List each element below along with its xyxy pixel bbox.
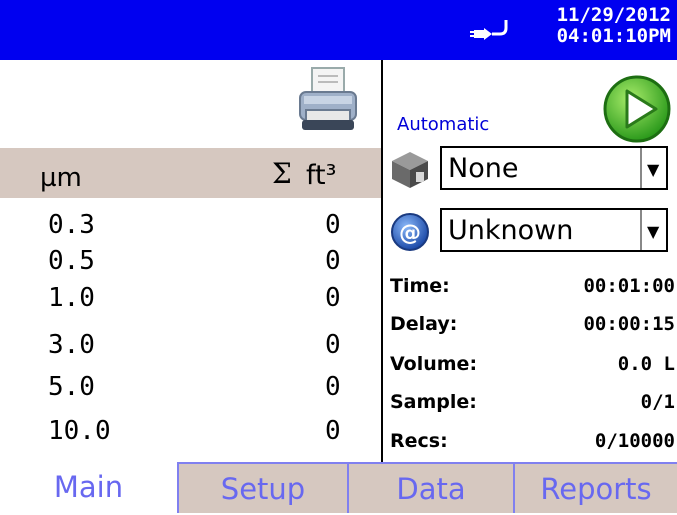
size-value: 0.5: [48, 246, 95, 276]
recs-value: 0/10000: [594, 430, 675, 452]
email-select[interactable]: Unknown ▼: [440, 208, 668, 252]
count-value: 0: [325, 283, 341, 313]
delay-value: 00:00:15: [583, 313, 675, 335]
chevron-down-icon: ▼: [647, 222, 660, 241]
sample-label: Sample:: [390, 391, 477, 413]
volume-label: Volume:: [390, 353, 478, 375]
date-text: 11/29/2012: [556, 4, 671, 26]
panel-divider: [381, 60, 383, 462]
sample-value: 0/1: [640, 391, 675, 413]
location-dropdown-button[interactable]: ▼: [640, 148, 666, 188]
delay-label: Delay:: [390, 313, 458, 335]
at-icon: @: [391, 213, 429, 251]
tab-data[interactable]: Data: [347, 462, 513, 513]
time-text: 04:01:10PM: [556, 25, 671, 47]
chevron-down-icon: ▼: [647, 160, 660, 179]
mode-label: Automatic: [397, 114, 490, 135]
datetime: 11/29/2012 04:01:10PM: [557, 5, 671, 47]
tab-reports[interactable]: Reports: [513, 462, 677, 513]
count-value: 0: [325, 330, 341, 360]
email-select-value: Unknown: [448, 215, 574, 246]
count-unit-header: ft³: [306, 160, 337, 191]
size-value: 5.0: [48, 372, 95, 402]
time-label: Time:: [390, 275, 450, 297]
tab-setup[interactable]: Setup: [177, 462, 347, 513]
plug-icon: [470, 20, 508, 40]
size-value: 10.0: [48, 416, 111, 446]
tab-main[interactable]: Main: [0, 462, 177, 513]
recs-label: Recs:: [390, 430, 448, 452]
count-value: 0: [325, 416, 341, 446]
status-bar: 11/29/2012 04:01:10PM: [0, 0, 677, 60]
location-select-value: None: [448, 153, 519, 184]
play-icon[interactable]: [602, 74, 672, 144]
time-value: 00:01:00: [583, 275, 675, 297]
email-dropdown-button[interactable]: ▼: [640, 210, 666, 250]
volume-value: 0.0 L: [617, 353, 675, 375]
printer-icon[interactable]: [298, 66, 358, 136]
sum-symbol: Σ: [272, 157, 292, 190]
count-value: 0: [325, 210, 341, 240]
count-value: 0: [325, 372, 341, 402]
svg-text:@: @: [399, 221, 421, 246]
tab-bar: Main Setup Data Reports: [0, 462, 677, 513]
count-value: 0: [325, 246, 341, 276]
size-value: 3.0: [48, 330, 95, 360]
size-unit-header: µm: [40, 163, 82, 193]
size-value: 1.0: [48, 283, 95, 313]
building-icon: [392, 152, 428, 188]
location-select[interactable]: None ▼: [440, 146, 668, 190]
size-value: 0.3: [48, 210, 95, 240]
